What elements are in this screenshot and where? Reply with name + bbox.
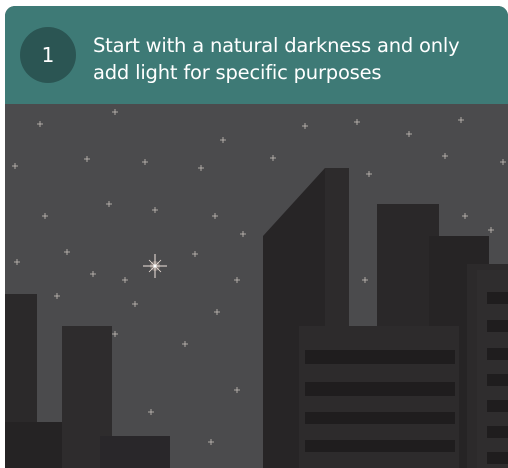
building [5, 422, 65, 468]
window-band [487, 400, 508, 412]
window-band [487, 292, 508, 304]
window-band [487, 320, 508, 332]
skyline-svg [5, 104, 508, 468]
window-band [305, 412, 455, 424]
night-skyline-illustration [5, 104, 508, 468]
tip-card: 1 Start with a natural darkness and only… [5, 6, 508, 468]
window-band [487, 426, 508, 438]
step-badge: 1 [20, 27, 76, 83]
window-band [487, 374, 508, 386]
building [100, 436, 170, 468]
window-band [305, 382, 455, 396]
window-band [487, 348, 508, 360]
window-band [305, 350, 455, 364]
tip-text: Start with a natural darkness and only a… [93, 34, 460, 84]
tip-header: 1 Start with a natural darkness and only… [5, 6, 508, 104]
step-number: 1 [41, 43, 55, 67]
window-band [487, 452, 508, 464]
window-band [305, 440, 455, 452]
